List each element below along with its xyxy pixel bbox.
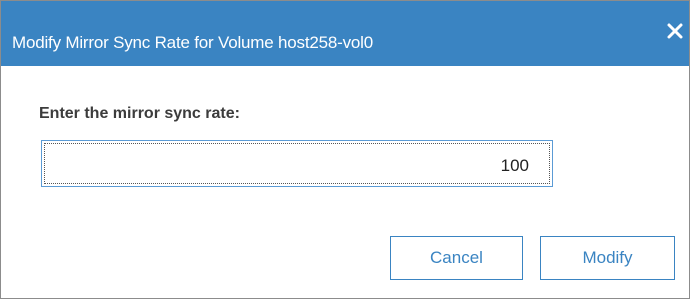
close-icon bbox=[665, 21, 685, 41]
sync-rate-prompt: Enter the mirror sync rate: bbox=[39, 105, 240, 122]
sync-rate-input[interactable]: 100 bbox=[41, 140, 553, 187]
dialog-title: Modify Mirror Sync Rate for Volume host2… bbox=[12, 33, 373, 52]
sync-rate-value[interactable]: 100 bbox=[501, 156, 529, 176]
modify-mirror-sync-rate-dialog: Modify Mirror Sync Rate for Volume host2… bbox=[0, 0, 690, 299]
sync-rate-input-focus-ring: 100 bbox=[44, 143, 550, 184]
modify-button[interactable]: Modify bbox=[540, 236, 675, 280]
dialog-titlebar: Modify Mirror Sync Rate for Volume host2… bbox=[1, 1, 689, 66]
cancel-button[interactable]: Cancel bbox=[390, 236, 523, 280]
close-button[interactable] bbox=[665, 21, 685, 41]
